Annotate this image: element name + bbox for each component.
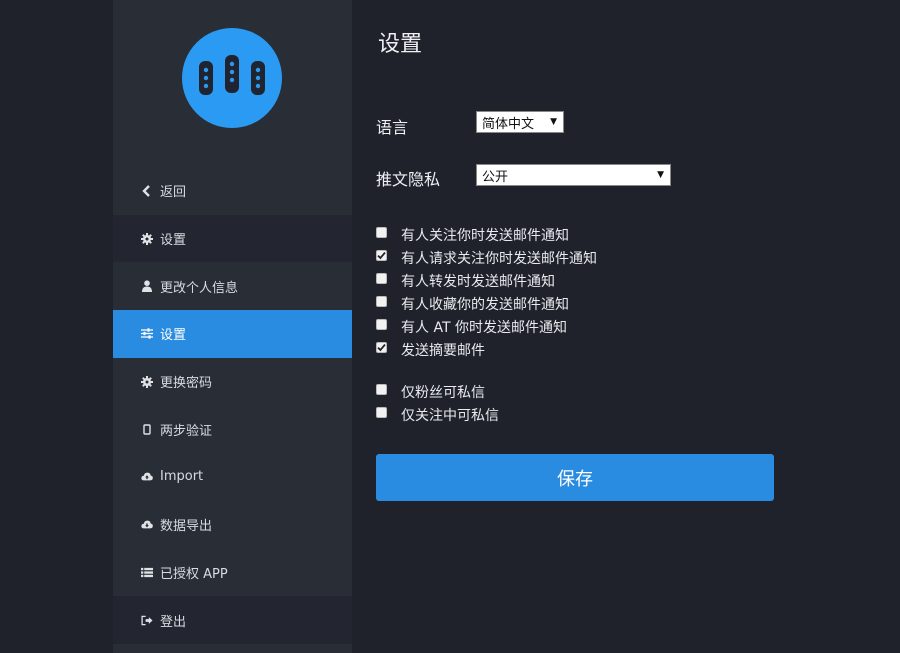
sidebar-nav: 返回 设置 更改个人信息 设置 更换密码 两步验证 Import 数据导出 已授… — [113, 167, 352, 644]
sliders-icon — [141, 328, 153, 340]
sidebar-item-label: Import — [160, 469, 204, 485]
checkmark-icon — [377, 251, 386, 259]
sidebar-item-edit-profile[interactable]: 更改个人信息 — [113, 262, 352, 310]
checkbox-label: 仅关注中可私信 — [401, 408, 499, 424]
sidebar-item-label: 设置 — [160, 233, 187, 249]
phone-icon — [141, 423, 153, 435]
sidebar-item-authorized-apps[interactable]: 已授权 APP — [113, 549, 352, 597]
sidebar: 返回 设置 更改个人信息 设置 更换密码 两步验证 Import 数据导出 已授… — [113, 0, 352, 653]
notify-favorite-row[interactable]: 有人收藏你的发送邮件通知 — [376, 294, 569, 314]
checkbox-label: 有人关注你时发送邮件通知 — [401, 228, 569, 244]
sidebar-item-label: 登出 — [160, 614, 187, 630]
checkbox-label: 有人 AT 你时发送邮件通知 — [401, 320, 567, 336]
checkbox-label: 有人转发时发送邮件通知 — [401, 274, 555, 290]
sidebar-item-export[interactable]: 数据导出 — [113, 501, 352, 549]
sidebar-item-label: 更改个人信息 — [160, 280, 239, 296]
sidebar-item-preferences[interactable]: 设置 — [113, 310, 352, 358]
sidebar-item-two-step[interactable]: 两步验证 — [113, 405, 352, 453]
sidebar-item-logout[interactable]: 登出 — [113, 596, 352, 644]
sidebar-item-label: 更换密码 — [160, 376, 213, 392]
dm-followers-only-row[interactable]: 仅粉丝可私信 — [376, 382, 485, 402]
notify-mention-row[interactable]: 有人 AT 你时发送邮件通知 — [376, 317, 567, 337]
sidebar-item-label: 数据导出 — [160, 519, 213, 535]
privacy-select[interactable]: 公开 ▼ — [476, 164, 671, 186]
notify-follow-request-row[interactable]: 有人请求关注你时发送邮件通知 — [376, 248, 597, 268]
language-label: 语言 — [376, 118, 409, 137]
checkbox-label: 发送摘要邮件 — [401, 343, 485, 359]
checkbox-label: 有人收藏你的发送邮件通知 — [401, 297, 569, 313]
notify-retweet-row[interactable]: 有人转发时发送邮件通知 — [376, 271, 555, 291]
checkbox[interactable] — [376, 318, 387, 330]
cloud-download-icon — [141, 519, 153, 531]
sidebar-item-settings[interactable]: 设置 — [113, 214, 352, 263]
language-select-value: 简体中文 — [482, 116, 535, 132]
checkbox[interactable] — [376, 226, 387, 238]
dm-following-only-row[interactable]: 仅关注中可私信 — [376, 405, 499, 425]
checkbox-label: 有人请求关注你时发送邮件通知 — [401, 251, 597, 267]
checkmark-icon — [377, 343, 386, 351]
notify-follow-row[interactable]: 有人关注你时发送邮件通知 — [376, 225, 569, 245]
checkbox[interactable] — [376, 406, 387, 418]
user-icon — [141, 280, 153, 293]
checkbox[interactable] — [376, 383, 387, 395]
checkbox-label: 仅粉丝可私信 — [401, 385, 485, 401]
list-icon — [141, 566, 153, 578]
checkbox[interactable] — [376, 295, 387, 307]
page-title: 设置 — [378, 32, 423, 57]
privacy-select-value: 公开 — [482, 169, 509, 185]
send-digest-row[interactable]: 发送摘要邮件 — [376, 340, 485, 360]
sidebar-item-label: 返回 — [160, 185, 187, 201]
checkbox-checked[interactable] — [376, 341, 387, 353]
app-logo — [182, 28, 282, 128]
logo-glyph-icon — [199, 55, 265, 95]
cloud-upload-icon — [141, 471, 153, 483]
sidebar-item-label: 两步验证 — [160, 423, 213, 439]
privacy-label: 推文隐私 — [376, 170, 441, 189]
checkbox[interactable] — [376, 272, 387, 284]
sidebar-item-label: 已授权 APP — [160, 566, 228, 582]
sidebar-item-import[interactable]: Import — [113, 453, 352, 501]
sidebar-item-label: 设置 — [160, 328, 187, 344]
sidebar-item-back[interactable]: 返回 — [113, 167, 352, 215]
dropdown-arrow-icon: ▼ — [550, 117, 557, 127]
chevron-left-icon — [141, 184, 153, 197]
gear-icon — [141, 232, 153, 245]
gear-icon — [141, 375, 153, 388]
language-select[interactable]: 简体中文 ▼ — [476, 111, 564, 133]
checkbox-checked[interactable] — [376, 249, 387, 261]
dropdown-arrow-icon: ▼ — [657, 170, 664, 180]
sidebar-item-change-password[interactable]: 更换密码 — [113, 358, 352, 406]
sign-out-icon — [141, 614, 153, 626]
save-button[interactable]: 保存 — [376, 454, 774, 501]
